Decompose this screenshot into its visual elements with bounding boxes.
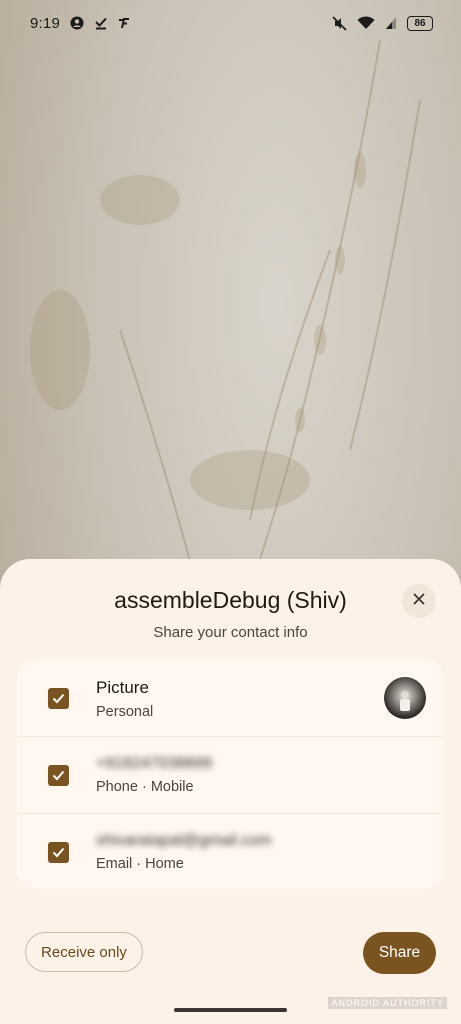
close-icon (413, 592, 425, 610)
battery-indicator: 86 (407, 15, 433, 31)
status-time: 9:19 (30, 14, 60, 32)
phone-checkbox[interactable] (48, 765, 69, 786)
check-icon (52, 770, 65, 781)
status-left: 9:19 (30, 15, 130, 32)
sheet-subtitle: Share your contact info (153, 624, 308, 641)
mute-vibrate-icon (332, 15, 347, 31)
check-icon (52, 693, 65, 704)
app-f-icon (118, 17, 130, 29)
list-item-picture[interactable]: Picture Personal (17, 660, 444, 737)
picture-sublabel: Personal (96, 704, 154, 720)
phone-sublabel: Phone · Mobile (96, 779, 194, 795)
phone-text: +918247038899 Phone · Mobile (96, 755, 212, 795)
wifi-icon (357, 16, 375, 30)
email-sublabel: Email · Home (96, 856, 184, 872)
email-checkbox[interactable] (48, 842, 69, 863)
email-address: shivaratapal@gmail.com (96, 832, 272, 849)
check-done-icon (94, 16, 108, 30)
share-contact-sheet: assembleDebug (Shiv) Share your contact … (0, 559, 461, 1024)
list-item-phone[interactable]: +918247038899 Phone · Mobile (17, 737, 444, 814)
receive-only-button[interactable]: Receive only (25, 932, 143, 972)
status-bar: 9:19 86 (0, 0, 461, 46)
list-item-email[interactable]: shivaratapal@gmail.com Email · Home (17, 814, 444, 889)
signal-icon (385, 16, 397, 30)
status-right: 86 (332, 15, 433, 31)
account-circle-icon (70, 16, 84, 30)
picture-text: Picture Personal (96, 678, 153, 720)
share-button[interactable]: Share (363, 932, 436, 974)
picture-label: Picture (96, 678, 149, 697)
gesture-nav-handle[interactable] (174, 1008, 287, 1012)
sheet-title: assembleDebug (Shiv) (114, 587, 347, 613)
email-text: shivaratapal@gmail.com Email · Home (96, 832, 271, 872)
picture-checkbox[interactable] (48, 688, 69, 709)
check-icon (52, 847, 65, 858)
phone-number: +918247038899 (96, 755, 213, 772)
watermark: ANDROID AUTHORITY (328, 997, 447, 1009)
avatar (384, 677, 426, 719)
contact-info-list: Picture Personal +918247038899 Phone · M… (17, 660, 444, 889)
close-button[interactable] (402, 584, 436, 618)
